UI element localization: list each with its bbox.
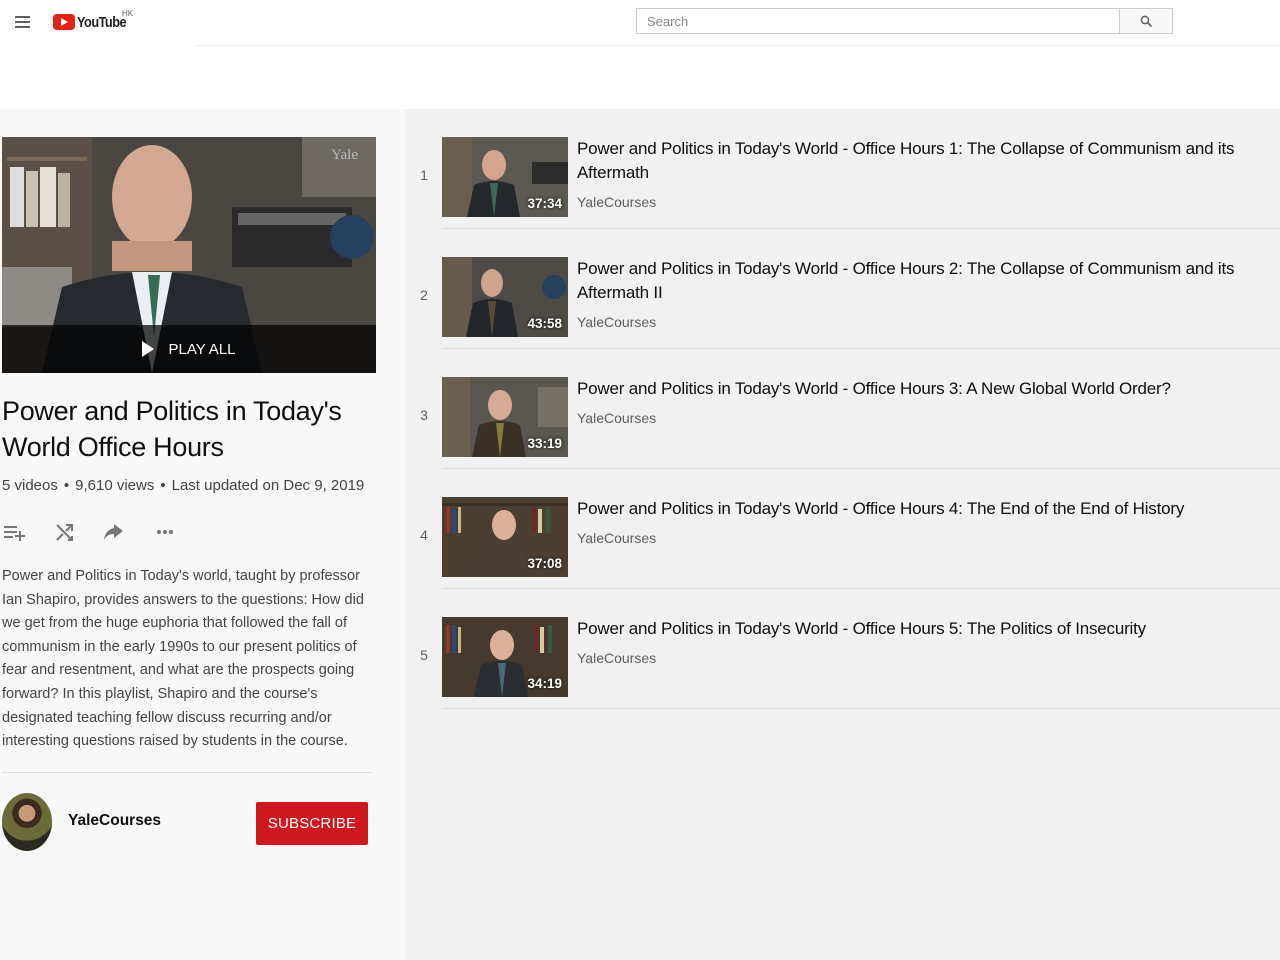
thumbnail-watermark: Yale — [331, 147, 358, 163]
playlist-video-row[interactable]: 3 33:19 Power and Politics in Today's Wo… — [406, 349, 1280, 469]
playlist-thumbnail[interactable]: Yale PLAY ALL — [2, 137, 376, 373]
youtube-play-icon — [53, 14, 75, 30]
search-icon — [1140, 15, 1152, 27]
more-actions-button[interactable] — [154, 519, 180, 545]
playlist-sidebar: Yale PLAY ALL Power and Politics in Toda… — [0, 109, 406, 960]
stats-separator: • — [63, 477, 70, 494]
shuffle-icon — [56, 524, 73, 541]
more-horizontal-icon — [157, 530, 173, 534]
playlist-title[interactable]: Power and Politics in Today's World Offi… — [2, 393, 392, 465]
playlist-stats: 5 videos • 9,610 views • Last updated on Dec… — [2, 477, 364, 494]
playlist-video-row[interactable]: 5 34:19 Power and Politics in Today's Wo… — [406, 589, 1280, 709]
shuffle-button[interactable] — [52, 519, 78, 545]
video-count: 5 videos — [2, 477, 58, 494]
playlist-add-icon — [4, 526, 25, 541]
video-title[interactable]: Power and Politics in Today's World - Of… — [577, 617, 1267, 641]
video-thumbnail[interactable]: 37:08 — [442, 497, 568, 577]
logo-text: YouTube — [77, 13, 127, 31]
masthead-divider — [195, 45, 1280, 46]
video-index: 5 — [420, 647, 428, 663]
search-input[interactable] — [636, 8, 1120, 34]
video-channel[interactable]: YaleCourses — [577, 314, 656, 330]
video-channel[interactable]: YaleCourses — [577, 410, 656, 426]
subscribe-button[interactable]: SUBSCRIBE — [256, 802, 368, 845]
video-duration: 33:19 — [527, 436, 562, 451]
video-index: 2 — [420, 287, 428, 303]
share-icon — [104, 524, 123, 540]
masthead: YouTube HK — [0, 0, 1280, 46]
video-title[interactable]: Power and Politics in Today's World - Of… — [577, 497, 1267, 521]
play-all-button[interactable]: PLAY ALL — [2, 325, 376, 373]
video-title[interactable]: Power and Politics in Today's World - Of… — [577, 257, 1267, 305]
playlist-video-list: 1 37:34 Power and Politics in Today's Wo… — [406, 109, 1280, 960]
playlist-video-row[interactable]: 2 43:58 Power and Politics in Today's Wo… — [406, 229, 1280, 349]
video-channel[interactable]: YaleCourses — [577, 650, 656, 666]
video-thumbnail[interactable]: 37:34 — [442, 137, 568, 217]
search-button[interactable] — [1119, 8, 1173, 34]
playlist-video-row[interactable]: 1 37:34 Power and Politics in Today's Wo… — [406, 109, 1280, 229]
sidebar-divider — [2, 772, 372, 773]
add-to-queue-button[interactable] — [2, 519, 28, 545]
view-count: 9,610 views — [75, 477, 155, 494]
video-title[interactable]: Power and Politics in Today's World - Of… — [577, 137, 1267, 185]
row-divider — [442, 708, 1280, 709]
last-updated: Last updated on Dec 9, 2019 — [171, 477, 365, 494]
playlist-video-row[interactable]: 4 37:08 Power and Politics in Today's Wo… — [406, 469, 1280, 589]
video-duration: 37:08 — [527, 556, 562, 571]
video-thumbnail[interactable]: 34:19 — [442, 617, 568, 697]
video-thumbnail[interactable]: 43:58 — [442, 257, 568, 337]
play-icon — [142, 341, 155, 357]
share-button[interactable] — [101, 519, 127, 545]
video-title[interactable]: Power and Politics in Today's World - Of… — [577, 377, 1267, 401]
video-channel[interactable]: YaleCourses — [577, 530, 656, 546]
video-index: 3 — [420, 407, 428, 423]
stats-separator: • — [160, 477, 166, 494]
video-channel[interactable]: YaleCourses — [577, 194, 656, 210]
video-duration: 34:19 — [527, 676, 562, 691]
video-thumbnail[interactable]: 33:19 — [442, 377, 568, 457]
menu-button[interactable] — [10, 10, 36, 34]
logo-region: HK — [122, 9, 134, 18]
video-duration: 37:34 — [527, 196, 562, 211]
video-duration: 43:58 — [527, 316, 562, 331]
playlist-description: Power and Politics in Today's world, tau… — [2, 568, 364, 750]
play-all-label: PLAY ALL — [168, 340, 236, 358]
video-index: 1 — [420, 167, 428, 183]
video-index: 4 — [420, 527, 428, 543]
channel-avatar[interactable] — [2, 793, 52, 851]
channel-name[interactable]: YaleCourses — [68, 812, 161, 830]
youtube-logo[interactable]: YouTube HK — [53, 9, 135, 32]
